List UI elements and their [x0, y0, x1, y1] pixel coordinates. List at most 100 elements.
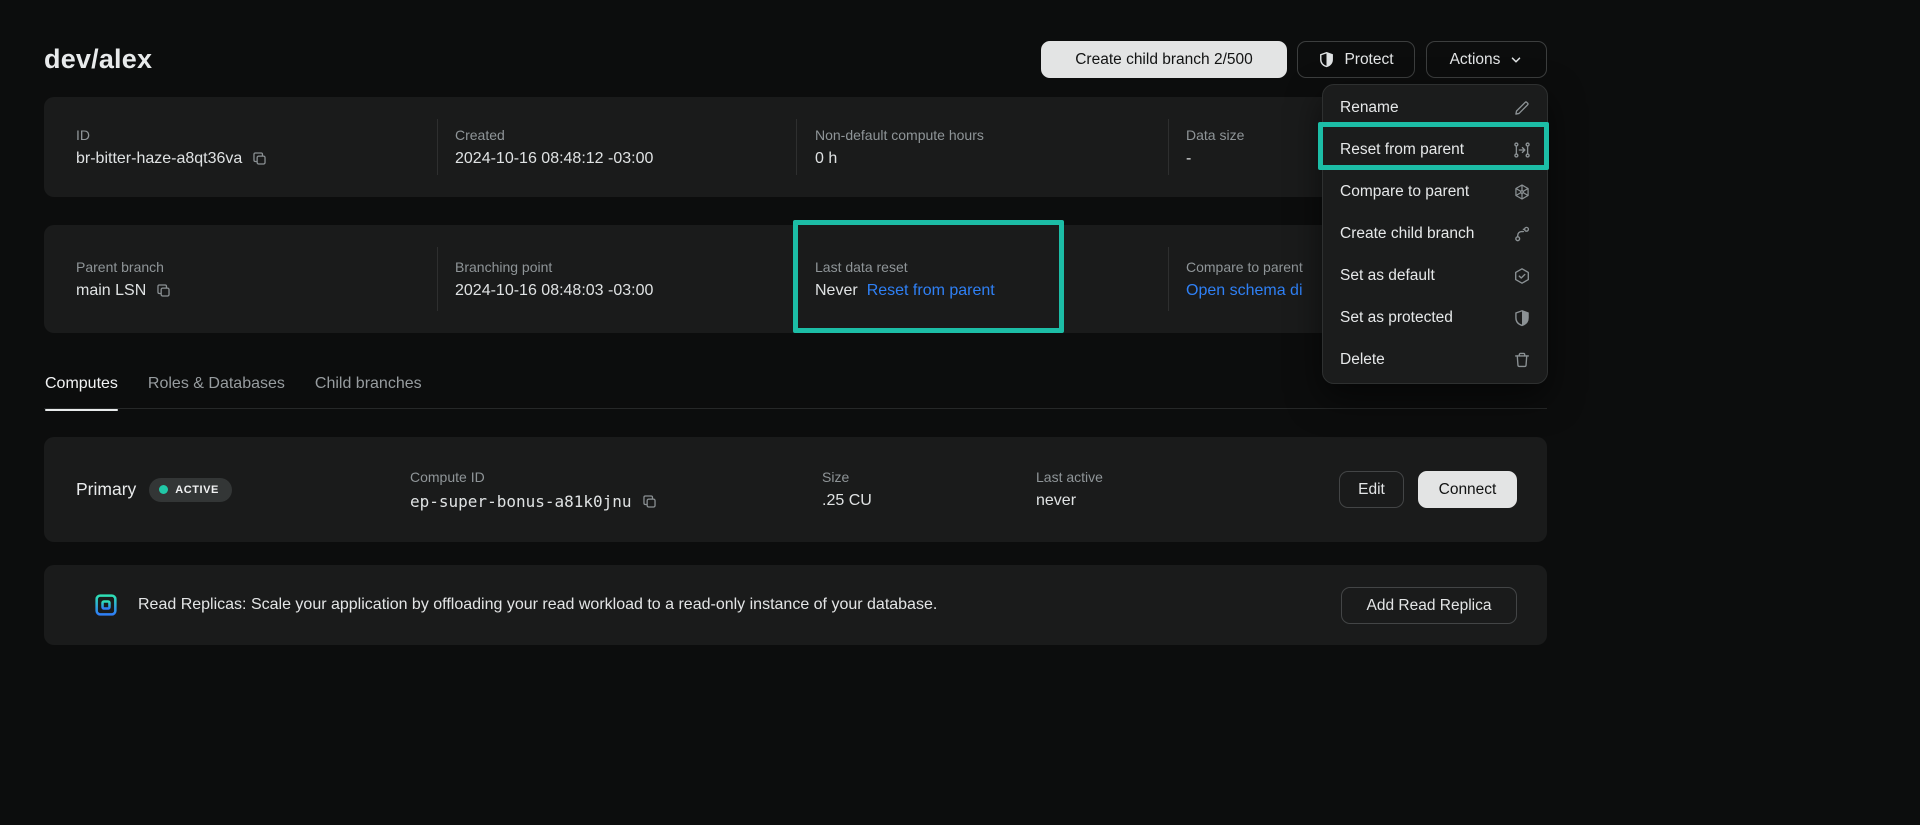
shield-icon — [1318, 51, 1335, 68]
cell-value: Never Reset from parent — [815, 282, 995, 300]
tab-bar: Computes Roles & Databases Child branche… — [45, 375, 422, 411]
menu-item-label: Rename — [1340, 99, 1399, 117]
status-badge-label: ACTIVE — [175, 484, 219, 496]
divider — [1168, 119, 1169, 175]
parent-branch-cell: Parent branch main LSN — [76, 225, 172, 333]
menu-item-label: Set as protected — [1340, 309, 1453, 327]
actions-button[interactable]: Actions — [1426, 41, 1547, 78]
menu-item-delete[interactable]: Delete — [1323, 339, 1547, 381]
cell-label: Parent branch — [76, 259, 172, 275]
connect-button[interactable]: Connect — [1418, 471, 1517, 508]
last-active-group: Last active never — [1036, 437, 1103, 542]
compute-id-group: Compute ID ep-super-bonus-a81k0jnu — [410, 437, 658, 542]
menu-item-reset-from-parent[interactable]: Reset from parent — [1323, 129, 1547, 171]
read-replicas-info: Read Replicas: Scale your application by… — [90, 565, 937, 645]
cell-value: 0 h — [815, 150, 984, 168]
actions-dropdown-menu: Rename Reset from parent Compare to pare… — [1322, 84, 1548, 384]
tab-bar-divider — [44, 408, 1547, 409]
cell-label: Last active — [1036, 469, 1103, 485]
copy-icon[interactable] — [155, 282, 172, 299]
schema-diff-icon — [1513, 183, 1531, 201]
divider — [437, 247, 438, 311]
tab-child-branches[interactable]: Child branches — [315, 375, 422, 411]
cell-value: ep-super-bonus-a81k0jnu — [410, 492, 658, 511]
compute-id-value: ep-super-bonus-a81k0jnu — [410, 492, 632, 511]
reset-from-parent-icon — [1513, 141, 1531, 159]
pencil-icon — [1513, 99, 1531, 117]
compute-name-group: Primary ACTIVE — [76, 437, 232, 542]
create-child-branch-button[interactable]: Create child branch 2/500 — [1041, 41, 1287, 78]
edit-button[interactable]: Edit — [1339, 471, 1404, 508]
protect-button[interactable]: Protect — [1297, 41, 1415, 78]
cell-label: ID — [76, 127, 268, 143]
copy-icon[interactable] — [251, 150, 268, 167]
edit-label: Edit — [1358, 481, 1385, 499]
reset-from-parent-link[interactable]: Reset from parent — [867, 282, 995, 300]
page-title: dev/alex — [44, 44, 152, 75]
size-group: Size .25 CU — [822, 437, 872, 542]
hexagon-check-icon — [1513, 267, 1531, 285]
cell-label: Branching point — [455, 259, 653, 275]
read-replicas-row: Read Replicas: Scale your application by… — [44, 565, 1547, 645]
menu-item-set-as-protected[interactable]: Set as protected — [1323, 297, 1547, 339]
cell-label: Size — [822, 469, 872, 485]
last-data-reset-cell: Last data reset Never Reset from parent — [815, 225, 995, 333]
cell-value: br-bitter-haze-a8qt36va — [76, 150, 268, 168]
menu-item-set-as-default[interactable]: Set as default — [1323, 255, 1547, 297]
divider — [1168, 247, 1169, 311]
cell-value: never — [1036, 492, 1103, 510]
compute-hours-cell: Non-default compute hours 0 h — [815, 97, 984, 197]
trash-icon — [1513, 351, 1531, 369]
menu-item-label: Create child branch — [1340, 225, 1474, 243]
cell-value: 2024-10-16 08:48:03 -03:00 — [455, 282, 653, 300]
cell-label: Created — [455, 127, 653, 143]
divider — [437, 119, 438, 175]
actions-label: Actions — [1450, 51, 1501, 69]
cell-label: Last data reset — [815, 259, 995, 275]
chevron-down-icon — [1509, 53, 1523, 67]
last-reset-value: Never — [815, 282, 858, 300]
tab-roles-databases[interactable]: Roles & Databases — [148, 375, 285, 411]
data-size-cell: Data size - — [1186, 97, 1244, 197]
id-cell: ID br-bitter-haze-a8qt36va — [76, 97, 268, 197]
divider — [796, 247, 797, 311]
menu-item-label: Delete — [1340, 351, 1385, 369]
menu-item-rename[interactable]: Rename — [1323, 87, 1547, 129]
compare-to-parent-cell: Compare to parent Open schema di — [1186, 225, 1303, 333]
branching-point-cell: Branching point 2024-10-16 08:48:03 -03:… — [455, 225, 653, 333]
cell-label: Data size — [1186, 127, 1244, 143]
add-read-replica-label: Add Read Replica — [1367, 597, 1492, 615]
menu-item-label: Reset from parent — [1340, 141, 1464, 159]
compute-name: Primary — [76, 479, 136, 500]
menu-item-label: Compare to parent — [1340, 183, 1469, 201]
cpu-chip-icon — [90, 589, 122, 621]
menu-item-compare-to-parent[interactable]: Compare to parent — [1323, 171, 1547, 213]
cell-value: Open schema di — [1186, 282, 1303, 300]
cell-label: Compare to parent — [1186, 259, 1303, 275]
tab-computes[interactable]: Computes — [45, 375, 118, 411]
connect-label: Connect — [1439, 481, 1497, 499]
parent-branch-value: main LSN — [76, 282, 146, 300]
menu-item-create-child-branch[interactable]: Create child branch — [1323, 213, 1547, 255]
status-badge: ACTIVE — [149, 478, 232, 502]
created-cell: Created 2024-10-16 08:48:12 -03:00 — [455, 97, 653, 197]
create-child-branch-label: Create child branch 2/500 — [1075, 51, 1253, 69]
cell-value: .25 CU — [822, 492, 872, 510]
cell-value: 2024-10-16 08:48:12 -03:00 — [455, 150, 653, 168]
read-replicas-text: Read Replicas: Scale your application by… — [138, 596, 937, 614]
protect-label: Protect — [1344, 51, 1393, 69]
menu-item-label: Set as default — [1340, 267, 1435, 285]
copy-icon[interactable] — [641, 493, 658, 510]
divider — [796, 119, 797, 175]
add-read-replica-button[interactable]: Add Read Replica — [1341, 587, 1517, 624]
cell-value: - — [1186, 150, 1244, 168]
branch-id-value: br-bitter-haze-a8qt36va — [76, 150, 242, 168]
cell-label: Non-default compute hours — [815, 127, 984, 143]
compute-row: Primary ACTIVE Compute ID ep-super-bonus… — [44, 437, 1547, 542]
git-branch-icon — [1513, 225, 1531, 243]
open-schema-diff-link[interactable]: Open schema di — [1186, 282, 1303, 300]
active-dot-icon — [159, 485, 168, 494]
shield-icon — [1513, 309, 1531, 327]
cell-label: Compute ID — [410, 469, 658, 485]
cell-value: main LSN — [76, 282, 172, 300]
